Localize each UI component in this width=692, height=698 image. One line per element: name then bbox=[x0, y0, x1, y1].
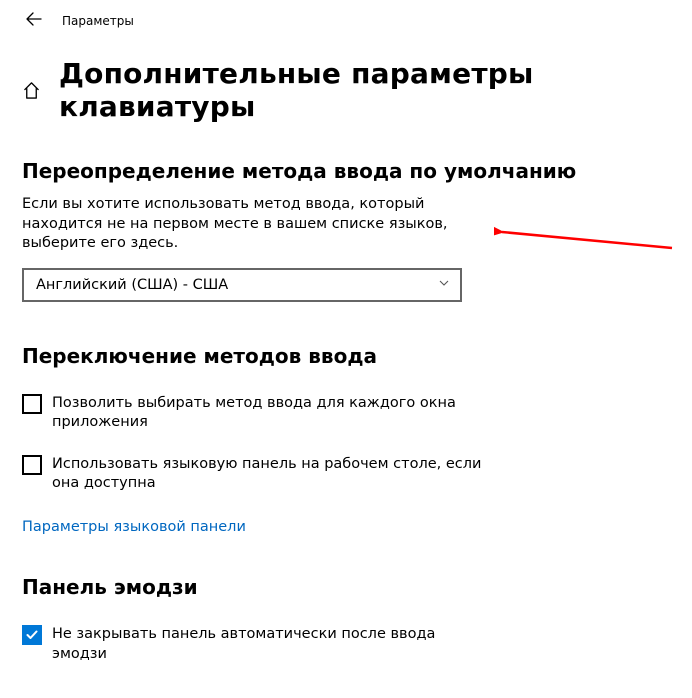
checkbox-emoji-dont-close-label: Не закрывать панель автоматически после … bbox=[52, 625, 482, 664]
page-title: Дополнительные параметры клавиатуры bbox=[59, 57, 670, 123]
checkbox-emoji-dont-close[interactable] bbox=[22, 625, 42, 645]
section-override-description: Если вы хотите использовать метод ввода,… bbox=[22, 195, 482, 254]
checkbox-language-bar[interactable] bbox=[22, 455, 42, 475]
section-emoji-title: Панель эмодзи bbox=[22, 575, 670, 599]
dropdown-selected-value: Английский (США) - США bbox=[36, 277, 228, 293]
checkbox-per-window-label: Позволить выбирать метод ввода для каждо… bbox=[52, 394, 482, 433]
home-icon[interactable] bbox=[22, 81, 41, 100]
window-title: Параметры bbox=[62, 14, 134, 28]
default-input-method-dropdown[interactable]: Английский (США) - США bbox=[22, 268, 462, 302]
section-override-title: Переопределение метода ввода по умолчани… bbox=[22, 159, 670, 183]
checkbox-language-bar-label: Использовать языковую панель на рабочем … bbox=[52, 455, 482, 494]
chevron-down-icon bbox=[438, 277, 450, 293]
section-switching-title: Переключение методов ввода bbox=[22, 344, 670, 368]
back-button[interactable] bbox=[26, 12, 42, 29]
checkbox-per-window[interactable] bbox=[22, 394, 42, 414]
language-bar-settings-link[interactable]: Параметры языковой панели bbox=[22, 519, 246, 535]
